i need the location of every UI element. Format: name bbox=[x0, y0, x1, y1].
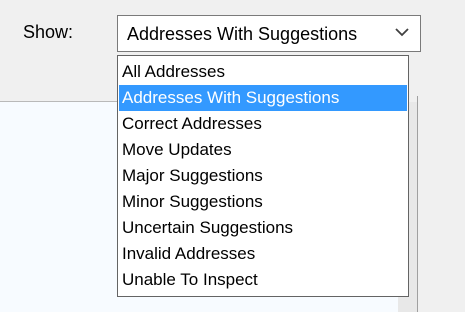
show-filter-select[interactable]: Addresses With Suggestions bbox=[117, 15, 421, 52]
dropdown-option-minor-suggestions[interactable]: Minor Suggestions bbox=[119, 189, 407, 215]
chevron-down-icon[interactable] bbox=[395, 27, 409, 37]
dropdown-option-all-addresses[interactable]: All Addresses bbox=[119, 59, 407, 85]
selected-filter-value: Addresses With Suggestions bbox=[127, 24, 358, 44]
panel-divider bbox=[417, 96, 418, 312]
dropdown-option-move-updates[interactable]: Move Updates bbox=[119, 137, 407, 163]
show-label: Show: bbox=[23, 22, 74, 42]
dropdown-option-correct-addresses[interactable]: Correct Addresses bbox=[119, 111, 407, 137]
panel-top-border bbox=[0, 101, 120, 102]
dropdown-option-unable-to-inspect[interactable]: Unable To Inspect bbox=[119, 267, 407, 293]
filter-dropdown-list: All Addresses Addresses With Suggestions… bbox=[117, 55, 409, 297]
dropdown-option-invalid-addresses[interactable]: Invalid Addresses bbox=[119, 241, 407, 267]
dropdown-option-addresses-with-suggestions[interactable]: Addresses With Suggestions bbox=[119, 85, 407, 111]
dropdown-option-major-suggestions[interactable]: Major Suggestions bbox=[119, 163, 407, 189]
dropdown-option-uncertain-suggestions[interactable]: Uncertain Suggestions bbox=[119, 215, 407, 241]
